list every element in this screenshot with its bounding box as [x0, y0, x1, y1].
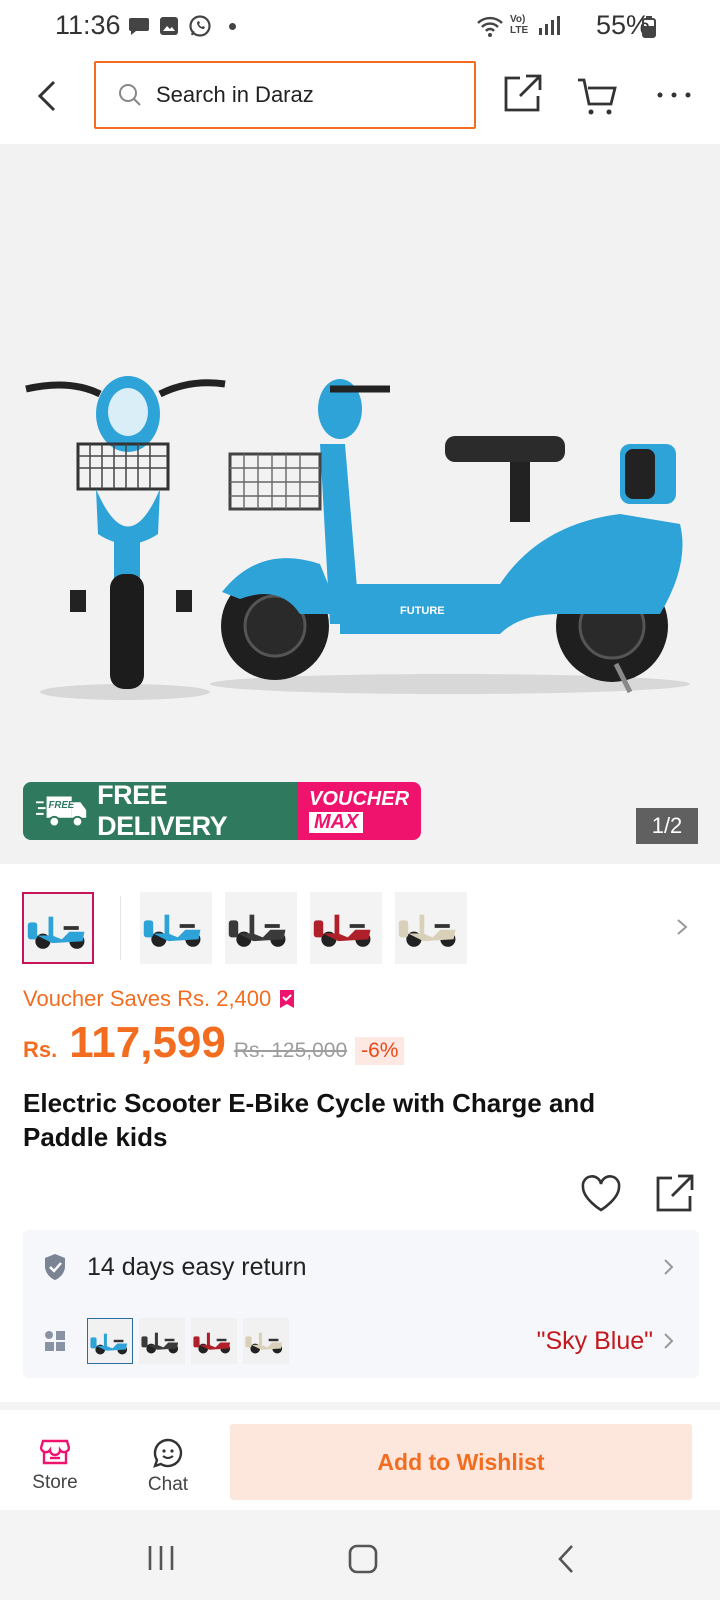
- variants-icon: [45, 1331, 65, 1351]
- price-row: Rs. 117,599 Rs. 125,000 -6%: [23, 1018, 405, 1068]
- section-divider: [0, 1402, 720, 1410]
- promo-banner: FREE FREE DELIVERY VOUCHER MAX: [23, 782, 421, 840]
- return-policy-row[interactable]: 14 days easy return: [23, 1230, 699, 1304]
- chat-label: Chat: [147, 1474, 189, 1495]
- status-time: 11:36: [55, 10, 121, 40]
- shield-icon: [45, 1254, 65, 1280]
- message-icon: [129, 18, 149, 35]
- info-card: 14 days easy return "Sky Blue": [23, 1230, 699, 1378]
- thumbnail-2[interactable]: [140, 892, 212, 964]
- search-input[interactable]: Search in Daraz: [94, 61, 476, 129]
- search-icon: [119, 84, 141, 106]
- system-nav-bar: [0, 1510, 720, 1600]
- chat-icon: [153, 1438, 183, 1468]
- back-arrow-icon[interactable]: [28, 74, 68, 118]
- free-delivery-text: FREE DELIVERY: [97, 782, 228, 840]
- delivery-truck-icon: FREE: [35, 796, 87, 828]
- variant-thumb-4[interactable]: [243, 1318, 289, 1364]
- free-badge-text: FREE: [49, 800, 75, 811]
- image-pager: 1/2: [636, 808, 698, 844]
- gallery-icon: [160, 17, 178, 35]
- share-icon[interactable]: [500, 72, 544, 116]
- selected-variant: "Sky Blue": [536, 1326, 653, 1355]
- price-amount: 117,599: [69, 1018, 226, 1067]
- voucher-savings-text: Voucher Saves Rs. 2,400: [23, 986, 272, 1011]
- price-currency: Rs.: [23, 1037, 58, 1062]
- cart-icon[interactable]: [576, 74, 620, 118]
- search-placeholder: Search in Daraz: [156, 82, 314, 107]
- thumbnail-divider: [120, 896, 121, 960]
- scooter-image: FUTURE: [25, 376, 690, 700]
- thumbnail-strip: [22, 892, 712, 966]
- voucher-max-badge: VOUCHER MAX: [297, 782, 421, 840]
- back-icon[interactable]: [556, 1544, 576, 1574]
- more-notifications-dot: [229, 22, 236, 30]
- add-to-wishlist-button[interactable]: Add to Wishlist: [230, 1424, 692, 1500]
- max-text: MAX: [309, 812, 364, 833]
- variant-thumb-3[interactable]: [191, 1318, 237, 1364]
- store-icon: [40, 1439, 70, 1465]
- thumbnail-1[interactable]: [22, 892, 94, 964]
- original-price: Rs. 125,000: [233, 1039, 348, 1062]
- more-icon[interactable]: [652, 80, 696, 110]
- bottom-action-bar: Store Chat Add to Wishlist: [0, 1410, 720, 1510]
- top-header: Search in Daraz: [0, 50, 720, 142]
- chat-tab[interactable]: Chat: [133, 1438, 203, 1496]
- chevron-right-icon: [664, 1333, 674, 1349]
- notification-icons: [128, 14, 236, 38]
- thumbnail-3[interactable]: [225, 892, 297, 964]
- chevron-right-icon: [664, 1259, 674, 1275]
- discount-badge: -6%: [355, 1037, 405, 1065]
- chevron-right-icon[interactable]: [670, 912, 694, 942]
- share-icon[interactable]: [652, 1172, 696, 1216]
- battery-icon: [642, 16, 656, 38]
- variant-thumb-2[interactable]: [139, 1318, 185, 1364]
- thumbnail-5[interactable]: [395, 892, 467, 964]
- status-bar: 11:36 Vo) LTE 55%: [0, 0, 720, 50]
- voucher-icon: [280, 990, 295, 1008]
- store-tab[interactable]: Store: [20, 1438, 90, 1494]
- variant-thumb-1[interactable]: [87, 1318, 133, 1364]
- home-icon[interactable]: [348, 1544, 378, 1574]
- product-image-gallery[interactable]: FUTURE FREE FREE DELIVERY VOUCHER MAX 1/…: [0, 144, 720, 864]
- brand-text: FUTURE: [400, 605, 445, 617]
- wifi-icon: [477, 16, 503, 37]
- voucher-text: VOUCHER: [309, 788, 410, 810]
- system-icons: Vo) LTE: [476, 14, 560, 38]
- store-label: Store: [32, 1472, 78, 1493]
- variant-row[interactable]: "Sky Blue": [23, 1304, 699, 1378]
- whatsapp-icon: [189, 15, 211, 37]
- heart-icon[interactable]: [580, 1174, 622, 1214]
- signal-icon: [539, 16, 560, 35]
- product-title: Electric Scooter E-Bike Cycle with Charg…: [23, 1088, 596, 1152]
- recent-apps-icon[interactable]: [146, 1544, 176, 1572]
- return-policy-text: 14 days easy return: [87, 1252, 307, 1281]
- free-delivery-badge: FREE FREE DELIVERY: [23, 782, 297, 840]
- network-label: Vo) LTE: [510, 14, 529, 36]
- voucher-savings[interactable]: Voucher Saves Rs. 2,400: [23, 986, 295, 1012]
- thumbnail-4[interactable]: [310, 892, 382, 964]
